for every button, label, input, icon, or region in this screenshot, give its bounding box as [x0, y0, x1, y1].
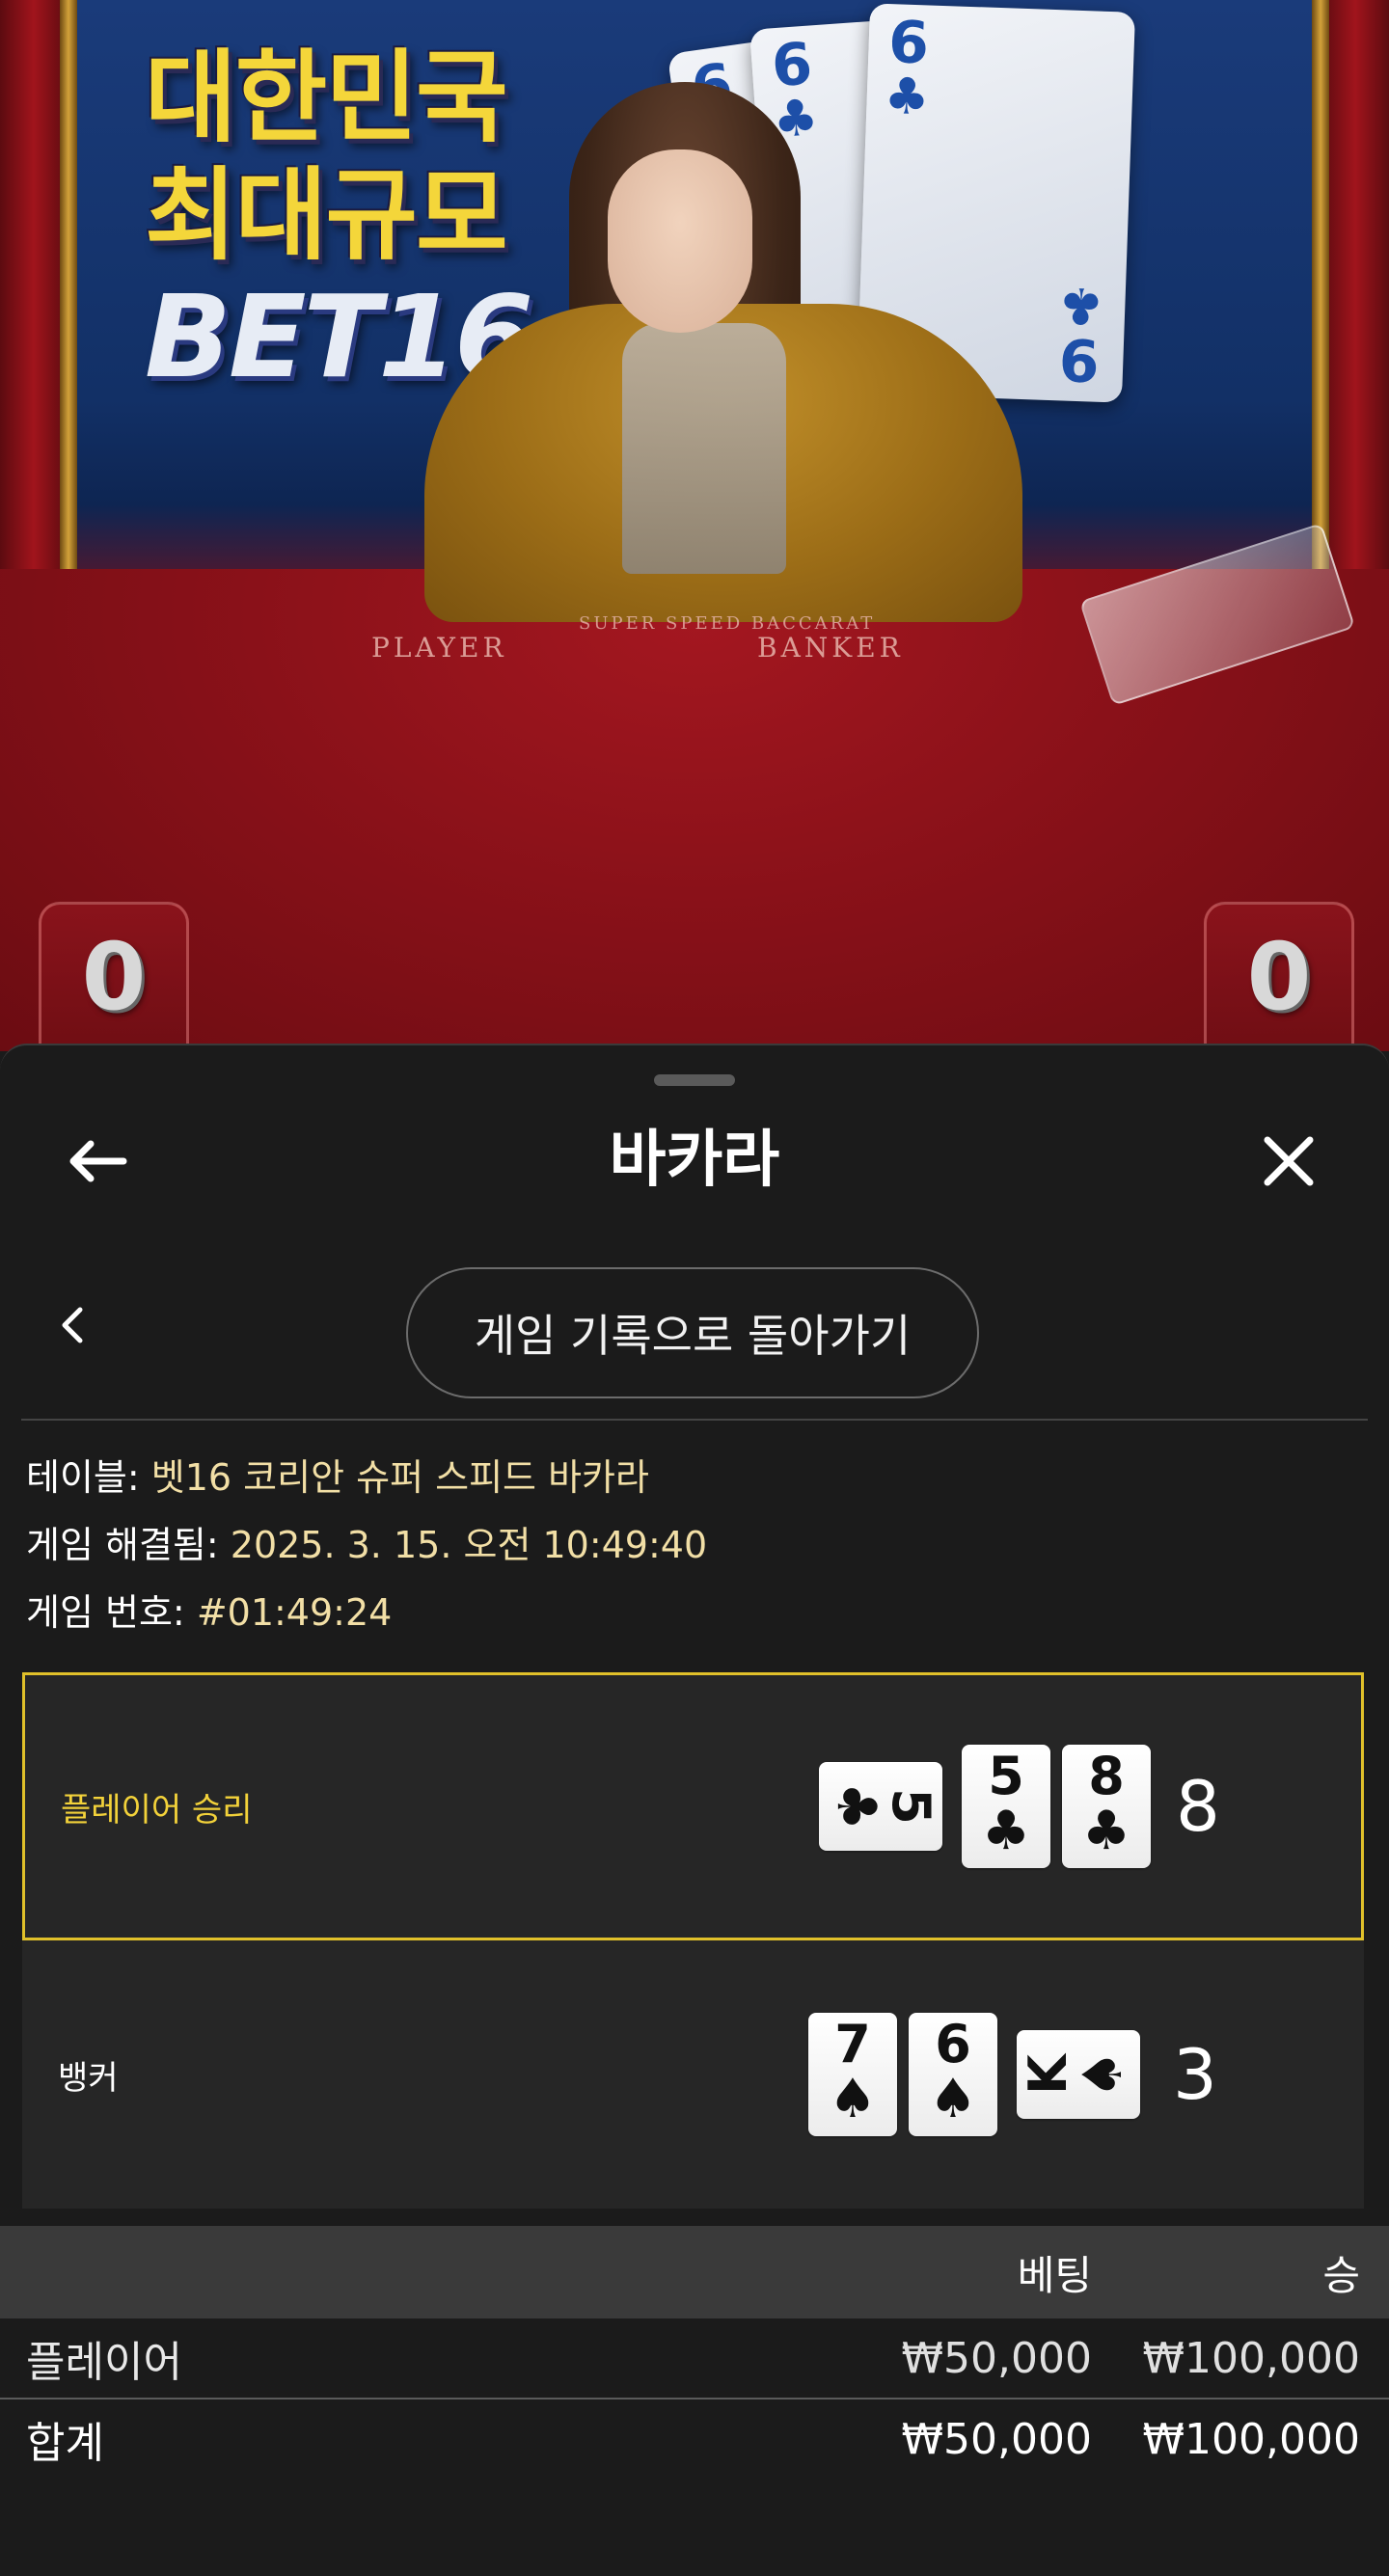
table-info-value: 벳16 코리안 슈퍼 스피드 바카라 — [150, 1456, 649, 1499]
win-column-header: 승 — [1322, 2251, 1360, 2299]
dealer — [424, 82, 1042, 622]
sheet-title: 바카라 — [609, 1125, 780, 1196]
win-amount: ₩100,000 — [1142, 2333, 1360, 2383]
bets-table-header: 베팅 승 — [0, 2226, 1389, 2318]
resolved-info-label: 게임 해결됨: — [26, 1524, 231, 1566]
banker-cards: 7 ♠ 6 ♠ K ♠ 3 — [808, 1940, 1217, 2209]
table-row: 플레이어 ₩50,000 ₩100,000 — [0, 2318, 1389, 2398]
table-info-label: 테이블: — [26, 1456, 151, 1499]
close-button[interactable] — [1250, 1123, 1327, 1200]
game-history-sheet: 바카라 게임 기록으로 돌아가기 테이블: 벳16 코리안 슈퍼 스피드 바카라… — [0, 1044, 1389, 2576]
banker-hand-label: 뱅커 — [58, 2058, 119, 2098]
game-number-value: #01:49:24 — [196, 1591, 393, 1634]
curtain-left — [0, 0, 68, 617]
banker-hand-panel: 뱅커 7 ♠ 6 ♠ K ♠ 3 — [22, 1940, 1364, 2209]
banker-card-2: 6 ♠ — [909, 2013, 997, 2136]
resolved-info: 게임 해결됨: 2025. 3. 15. 오전 10:49:40 — [26, 1522, 707, 1568]
game-number-label: 게임 번호: — [26, 1591, 197, 1634]
table-brand-label: SUPER SPEED BACCARAT — [579, 613, 876, 634]
total-bet-amount: ₩50,000 — [901, 2414, 1092, 2464]
player-card-3: 8 ♣ — [1062, 1745, 1151, 1868]
player-hand-total: 8 — [1176, 1766, 1220, 1847]
table-player-label: PLAYER — [371, 632, 507, 664]
divider — [21, 1419, 1368, 1421]
player-score-box: 0 — [39, 902, 189, 1051]
bet-amount: ₩50,000 — [901, 2333, 1092, 2383]
player-score: 0 — [81, 923, 147, 1031]
bets-table: 베팅 승 플레이어 ₩50,000 ₩100,000 합계 ₩50,000 ₩1… — [0, 2226, 1389, 2479]
drag-handle[interactable] — [654, 1074, 735, 1086]
player-card-2: 5 ♣ — [962, 1745, 1050, 1868]
banker-card-3: K ♠ — [1017, 2030, 1140, 2119]
previous-game-button[interactable] — [43, 1287, 101, 1364]
back-to-history-button[interactable]: 게임 기록으로 돌아가기 — [406, 1267, 979, 1398]
table-banker-label: BANKER — [757, 632, 904, 664]
bet-name: 플레이어 — [26, 2338, 182, 2387]
game-number-info: 게임 번호: #01:49:24 — [26, 1589, 392, 1636]
player-hand-panel: 플레이어 승리 5 ♣ 5 ♣ 8 ♣ 8 — [22, 1672, 1364, 1940]
curtain-right — [1321, 0, 1389, 617]
player-hand-label: 플레이어 승리 — [61, 1790, 253, 1830]
bet-column-header: 베팅 — [1017, 2251, 1092, 2299]
total-win-amount: ₩100,000 — [1142, 2414, 1360, 2464]
live-video-stream: 대한민국 최대규모 BET16 6♣ 6♣ 6♣ 9♣ SUPER SPEED … — [0, 0, 1389, 1051]
total-row: 합계 ₩50,000 ₩100,000 — [0, 2398, 1389, 2479]
player-card-1: 5 ♣ — [819, 1762, 942, 1851]
player-cards: 5 ♣ 5 ♣ 8 ♣ 8 — [811, 1675, 1220, 1938]
chevron-left-icon — [62, 1307, 83, 1343]
banker-card-1: 7 ♠ — [808, 2013, 897, 2136]
gold-frame-left — [60, 0, 77, 579]
close-icon — [1264, 1136, 1314, 1186]
table-info: 테이블: 벳16 코리안 슈퍼 스피드 바카라 — [26, 1454, 649, 1501]
banker-hand-total: 3 — [1173, 2034, 1217, 2115]
gold-frame-right — [1312, 0, 1329, 579]
total-label: 합계 — [26, 2419, 104, 2468]
resolved-info-value: 2025. 3. 15. 오전 10:49:40 — [230, 1524, 708, 1566]
banker-score-box: 0 — [1204, 902, 1354, 1051]
banker-score: 0 — [1246, 923, 1312, 1031]
